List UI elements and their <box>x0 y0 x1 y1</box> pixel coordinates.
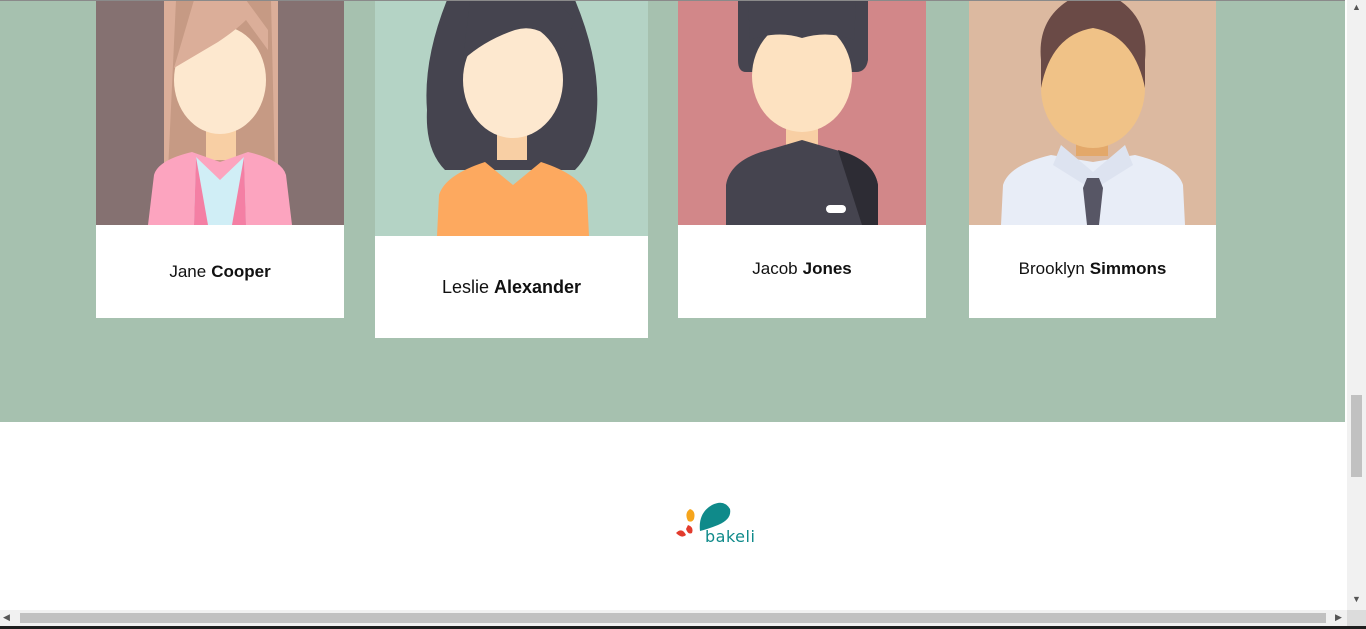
team-card-leslie-alexander: Leslie Alexander <box>375 1 648 338</box>
member-photo <box>375 1 648 236</box>
member-first-name: Jacob <box>752 259 798 278</box>
footer <box>0 422 1345 610</box>
member-last-name: Jones <box>802 259 852 278</box>
scrollbar-corner <box>1347 610 1366 626</box>
member-name: Jane Cooper <box>96 225 344 318</box>
member-photo <box>969 1 1216 225</box>
member-last-name: Alexander <box>493 276 582 297</box>
vertical-scroll-thumb[interactable] <box>1351 395 1362 477</box>
team-card-jane-cooper: Jane Cooper <box>96 1 344 318</box>
man-brown-hair-shirt-tie-icon <box>969 1 1216 225</box>
logo-text[interactable]: bakeli <box>705 527 755 546</box>
member-photo <box>96 1 344 225</box>
member-first-name: Brooklyn <box>1018 259 1085 278</box>
member-first-name: Leslie <box>441 276 489 297</box>
horizontal-scrollbar[interactable]: ◀ ▶ <box>0 610 1347 626</box>
member-last-name: Simmons <box>1089 259 1167 278</box>
member-photo <box>678 1 926 225</box>
scroll-up-arrow-icon[interactable]: ▲ <box>1351 2 1362 12</box>
member-first-name: Jane <box>169 261 207 281</box>
team-section: Jane Cooper Leslie Alexander Jacob Jones… <box>0 1 1345 422</box>
woman-long-light-hair-pink-blazer-icon <box>96 1 344 225</box>
team-card-brooklyn-simmons: Brooklyn Simmons <box>969 1 1216 318</box>
scroll-left-arrow-icon[interactable]: ◀ <box>3 612 13 624</box>
man-dark-hair-black-shirt-icon <box>678 1 926 225</box>
scroll-down-arrow-icon[interactable]: ▼ <box>1351 594 1362 604</box>
scroll-right-arrow-icon[interactable]: ▶ <box>1335 612 1345 624</box>
member-name: Brooklyn Simmons <box>969 225 1216 318</box>
horizontal-scroll-thumb[interactable] <box>20 613 1326 623</box>
team-card-jacob-jones: Jacob Jones <box>678 1 926 318</box>
vertical-scrollbar[interactable]: ▲ ▼ <box>1347 0 1366 610</box>
woman-dark-hair-orange-top-icon <box>375 1 648 236</box>
member-name: Leslie Alexander <box>375 236 648 338</box>
member-last-name: Cooper <box>211 261 271 281</box>
member-name: Jacob Jones <box>678 225 926 318</box>
